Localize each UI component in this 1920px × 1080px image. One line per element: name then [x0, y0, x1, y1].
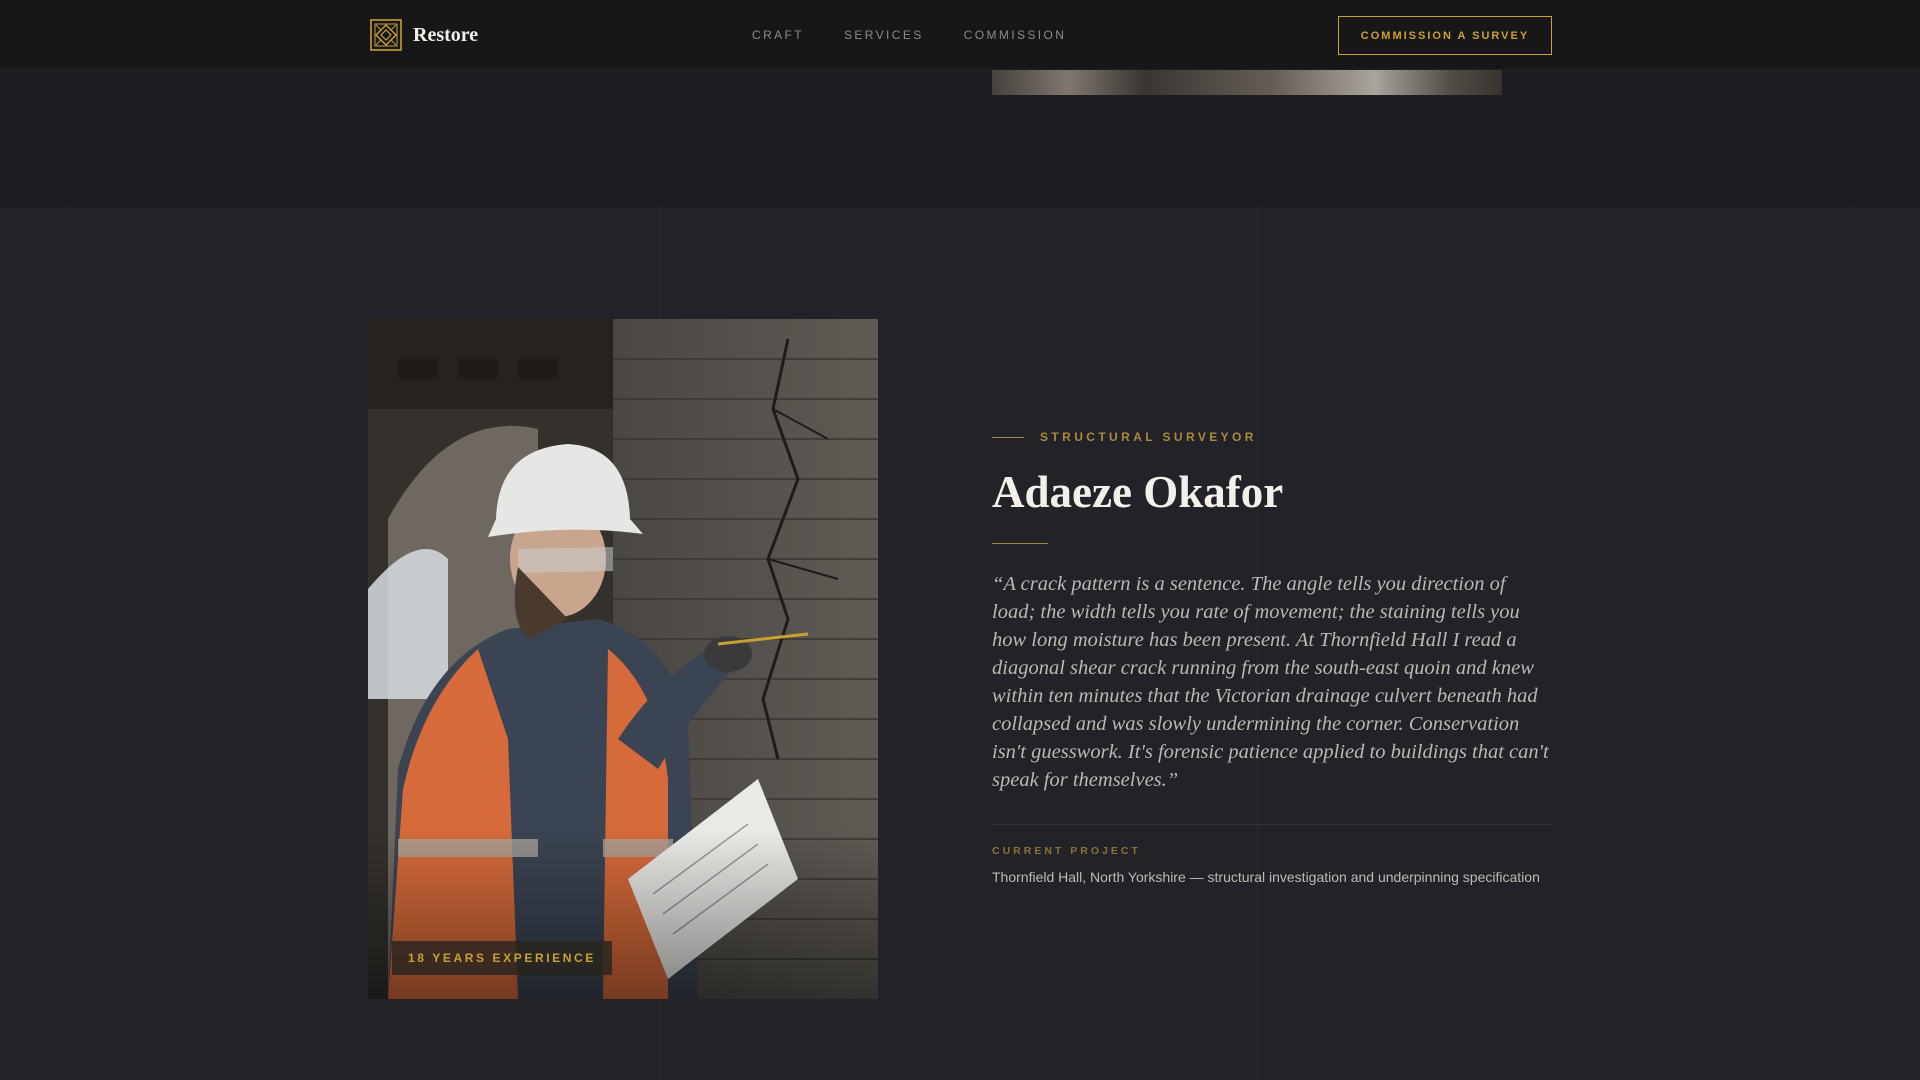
nav-link-services[interactable]: SERVICES: [844, 28, 924, 42]
role-label: STRUCTURAL SURVEYOR: [1040, 430, 1257, 444]
profile-name: Adaeze Okafor: [992, 467, 1284, 517]
profile-quote: “A crack pattern is a sentence. The angl…: [992, 572, 1549, 791]
navbar: Restore CRAFT SERVICES COMMISSION COMMIS…: [0, 0, 1920, 70]
profile-content: STRUCTURAL SURVEYOR Adaeze Okafor “A cra…: [992, 430, 1552, 885]
surveyor-portrait: 18 YEARS EXPERIENCE: [368, 319, 878, 999]
main-nav: CRAFT SERVICES COMMISSION: [752, 28, 1106, 42]
role-eyebrow: STRUCTURAL SURVEYOR: [992, 430, 1552, 444]
section-divider: [992, 823, 1552, 825]
ornamental-lattice-icon: [370, 19, 402, 51]
current-project-value: Thornfield Hall, North Yorkshire — struc…: [992, 868, 1540, 885]
nav-link-craft[interactable]: CRAFT: [752, 28, 804, 42]
current-project-label: CURRENT PROJECT: [992, 844, 1141, 857]
experience-badge: 18 YEARS EXPERIENCE: [392, 941, 612, 975]
brand-logo[interactable]: Restore: [370, 19, 478, 51]
commission-survey-button[interactable]: COMMISSION A SURVEY: [1338, 16, 1552, 55]
nav-link-commission[interactable]: COMMISSION: [964, 28, 1067, 42]
eyebrow-rule: [992, 436, 1024, 438]
surveyor-photo: [368, 319, 878, 999]
name-underline: [992, 542, 1048, 544]
brand-name: Restore: [413, 23, 479, 46]
